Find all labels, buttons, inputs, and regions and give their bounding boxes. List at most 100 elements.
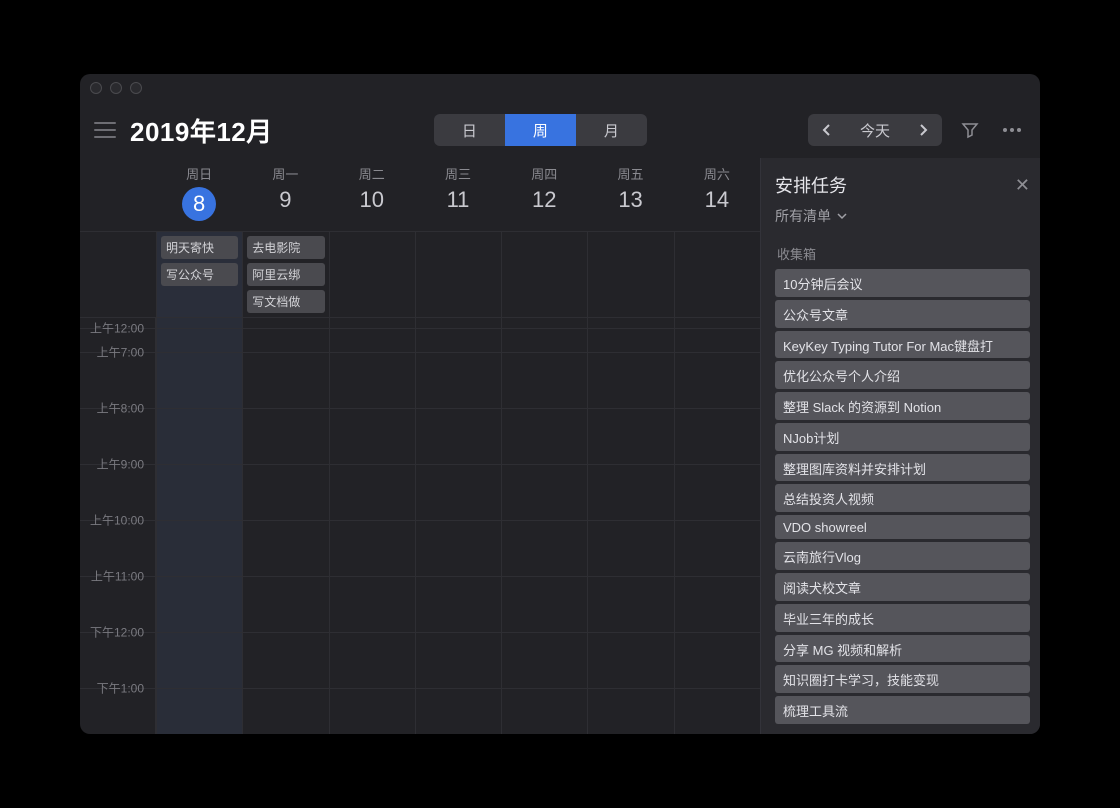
allday-column[interactable] xyxy=(501,232,587,317)
task-item[interactable]: 云南旅行Vlog xyxy=(775,542,1030,570)
allday-column[interactable] xyxy=(587,232,673,317)
task-item[interactable]: 公众号文章 xyxy=(775,300,1030,328)
day-of-week: 周六 xyxy=(674,164,760,183)
allday-column[interactable] xyxy=(674,232,760,317)
more-icon[interactable] xyxy=(998,116,1026,144)
allday-event[interactable]: 明天寄快 xyxy=(161,236,238,259)
hour-label: 上午11:00 xyxy=(80,568,150,585)
task-item[interactable]: 10分钟后会议 xyxy=(775,269,1030,297)
today-button[interactable]: 今天 xyxy=(846,114,904,146)
content: 周日 8 周一 9周二 10周三11周四 12周五13周六 14 明天寄快写公众号去电影院阿… xyxy=(80,158,1040,734)
day-number: 8 xyxy=(182,187,216,221)
close-window-icon[interactable] xyxy=(90,82,102,94)
hour-label: 下午1:00 xyxy=(80,680,150,697)
day-header[interactable]: 周六 14 xyxy=(674,164,760,221)
allday-event[interactable]: 写公众号 xyxy=(161,263,238,286)
day-column[interactable] xyxy=(501,318,587,734)
allday-event[interactable]: 阿里云绑 xyxy=(247,263,324,286)
time-grid[interactable]: 上午12:00 上午7:00 上午8:00 上午9:00 上午10:00 上午11:00 下… xyxy=(80,318,760,734)
allday-column[interactable] xyxy=(415,232,501,317)
task-item[interactable]: 整理 Slack 的资源到 Notion xyxy=(775,392,1030,420)
day-of-week: 周四 xyxy=(501,164,587,183)
chevron-left-icon xyxy=(822,124,832,136)
minimize-window-icon[interactable] xyxy=(110,82,122,94)
side-filter-label: 所有清单 xyxy=(775,206,831,226)
day-header[interactable]: 周二 10 xyxy=(329,164,415,221)
task-item[interactable]: NJob计划 xyxy=(775,423,1030,451)
segment-month[interactable]: 月 xyxy=(576,114,647,146)
day-column[interactable] xyxy=(242,318,328,734)
allday-column[interactable]: 明天寄快写公众号 xyxy=(156,232,242,317)
titlebar xyxy=(80,74,1040,102)
day-of-week: 周二 xyxy=(329,164,415,183)
calendar: 周日 8 周一 9周二 10周三11周四 12周五13周六 14 明天寄快写公众号去电影院阿… xyxy=(80,158,760,734)
hour-line xyxy=(80,520,760,521)
side-group-label: 收集箱 xyxy=(777,244,1030,263)
day-of-week: 周五 xyxy=(587,164,673,183)
task-item[interactable]: 总结投资人视频 xyxy=(775,484,1030,512)
chevron-down-icon xyxy=(837,212,847,220)
task-list: 10分钟后会议公众号文章 KeyKey Typing Tutor For Mac键… xyxy=(775,269,1030,724)
hour-line xyxy=(80,352,760,353)
filter-icon[interactable] xyxy=(956,116,984,144)
day-column[interactable] xyxy=(156,318,242,734)
hour-label: 上午9:00 xyxy=(80,456,150,473)
page-title: 2019年12月 xyxy=(130,112,273,149)
hour-line xyxy=(80,328,760,329)
allday-event[interactable]: 写文档做 xyxy=(247,290,324,313)
hour-line xyxy=(80,464,760,465)
day-number: 11 xyxy=(415,187,501,213)
hour-label: 上午7:00 xyxy=(80,344,150,361)
hour-line xyxy=(80,408,760,409)
side-filter[interactable]: 所有清单 xyxy=(775,206,1030,226)
allday-row: 明天寄快写公众号去电影院阿里云绑写文档做 xyxy=(80,232,760,318)
day-column[interactable] xyxy=(587,318,673,734)
task-item[interactable]: 整理图库资料并安排计划 xyxy=(775,454,1030,482)
day-header[interactable]: 周日 8 xyxy=(156,164,242,221)
hour-label: 下午12:00 xyxy=(80,624,150,641)
day-number: 9 xyxy=(242,187,328,213)
day-header[interactable]: 周三11 xyxy=(415,164,501,221)
task-item[interactable]: 阅读犬校文章 xyxy=(775,573,1030,601)
day-of-week: 周一 xyxy=(242,164,328,183)
day-number: 14 xyxy=(674,187,760,213)
day-header[interactable]: 周一 9 xyxy=(242,164,328,221)
app-window: 2019年12月 日 周 月 今天 xyxy=(80,74,1040,734)
close-icon[interactable]: ✕ xyxy=(1015,175,1030,196)
segment-week[interactable]: 周 xyxy=(505,114,576,146)
header: 2019年12月 日 周 月 今天 xyxy=(80,102,1040,158)
task-item[interactable]: 优化公众号个人介绍 xyxy=(775,361,1030,389)
task-item[interactable]: 知识圈打卡学习，技能变现 xyxy=(775,665,1030,693)
task-item[interactable]: KeyKey Typing Tutor For Mac键盘打 xyxy=(775,331,1030,359)
day-column[interactable] xyxy=(329,318,415,734)
hour-line xyxy=(80,632,760,633)
task-item[interactable]: 分享 MG 视频和解析 xyxy=(775,635,1030,663)
day-number: 10 xyxy=(329,187,415,213)
day-column[interactable] xyxy=(415,318,501,734)
hour-label: 上午10:00 xyxy=(80,512,150,529)
allday-event[interactable]: 去电影院 xyxy=(247,236,324,259)
hour-label: 上午12:00 xyxy=(80,320,150,337)
hour-label: 上午8:00 xyxy=(80,400,150,417)
window-controls xyxy=(90,82,142,94)
task-item[interactable]: 毕业三年的成长 xyxy=(775,604,1030,632)
maximize-window-icon[interactable] xyxy=(130,82,142,94)
chevron-right-icon xyxy=(918,124,928,136)
side-panel: 安排任务 ✕ 所有清单 收集箱 10分钟后会议公众号文章KeyKey Typin… xyxy=(760,158,1040,734)
segment-day[interactable]: 日 xyxy=(434,114,505,146)
task-item[interactable]: VDO showreel xyxy=(775,515,1030,539)
day-header[interactable]: 周四 12 xyxy=(501,164,587,221)
nav-group: 今天 xyxy=(808,114,942,146)
prev-button[interactable] xyxy=(808,114,846,146)
day-header-row: 周日 8 周一 9周二 10周三11周四 12周五13周六 14 xyxy=(80,158,760,232)
day-header[interactable]: 周五13 xyxy=(587,164,673,221)
day-column[interactable] xyxy=(674,318,760,734)
menu-icon[interactable] xyxy=(94,122,116,138)
allday-column[interactable] xyxy=(329,232,415,317)
task-item[interactable]: 梳理工具流 xyxy=(775,696,1030,724)
next-button[interactable] xyxy=(904,114,942,146)
day-of-week: 周日 xyxy=(156,164,242,183)
hour-line xyxy=(80,576,760,577)
day-number: 12 xyxy=(501,187,587,213)
allday-column[interactable]: 去电影院阿里云绑写文档做 xyxy=(242,232,328,317)
